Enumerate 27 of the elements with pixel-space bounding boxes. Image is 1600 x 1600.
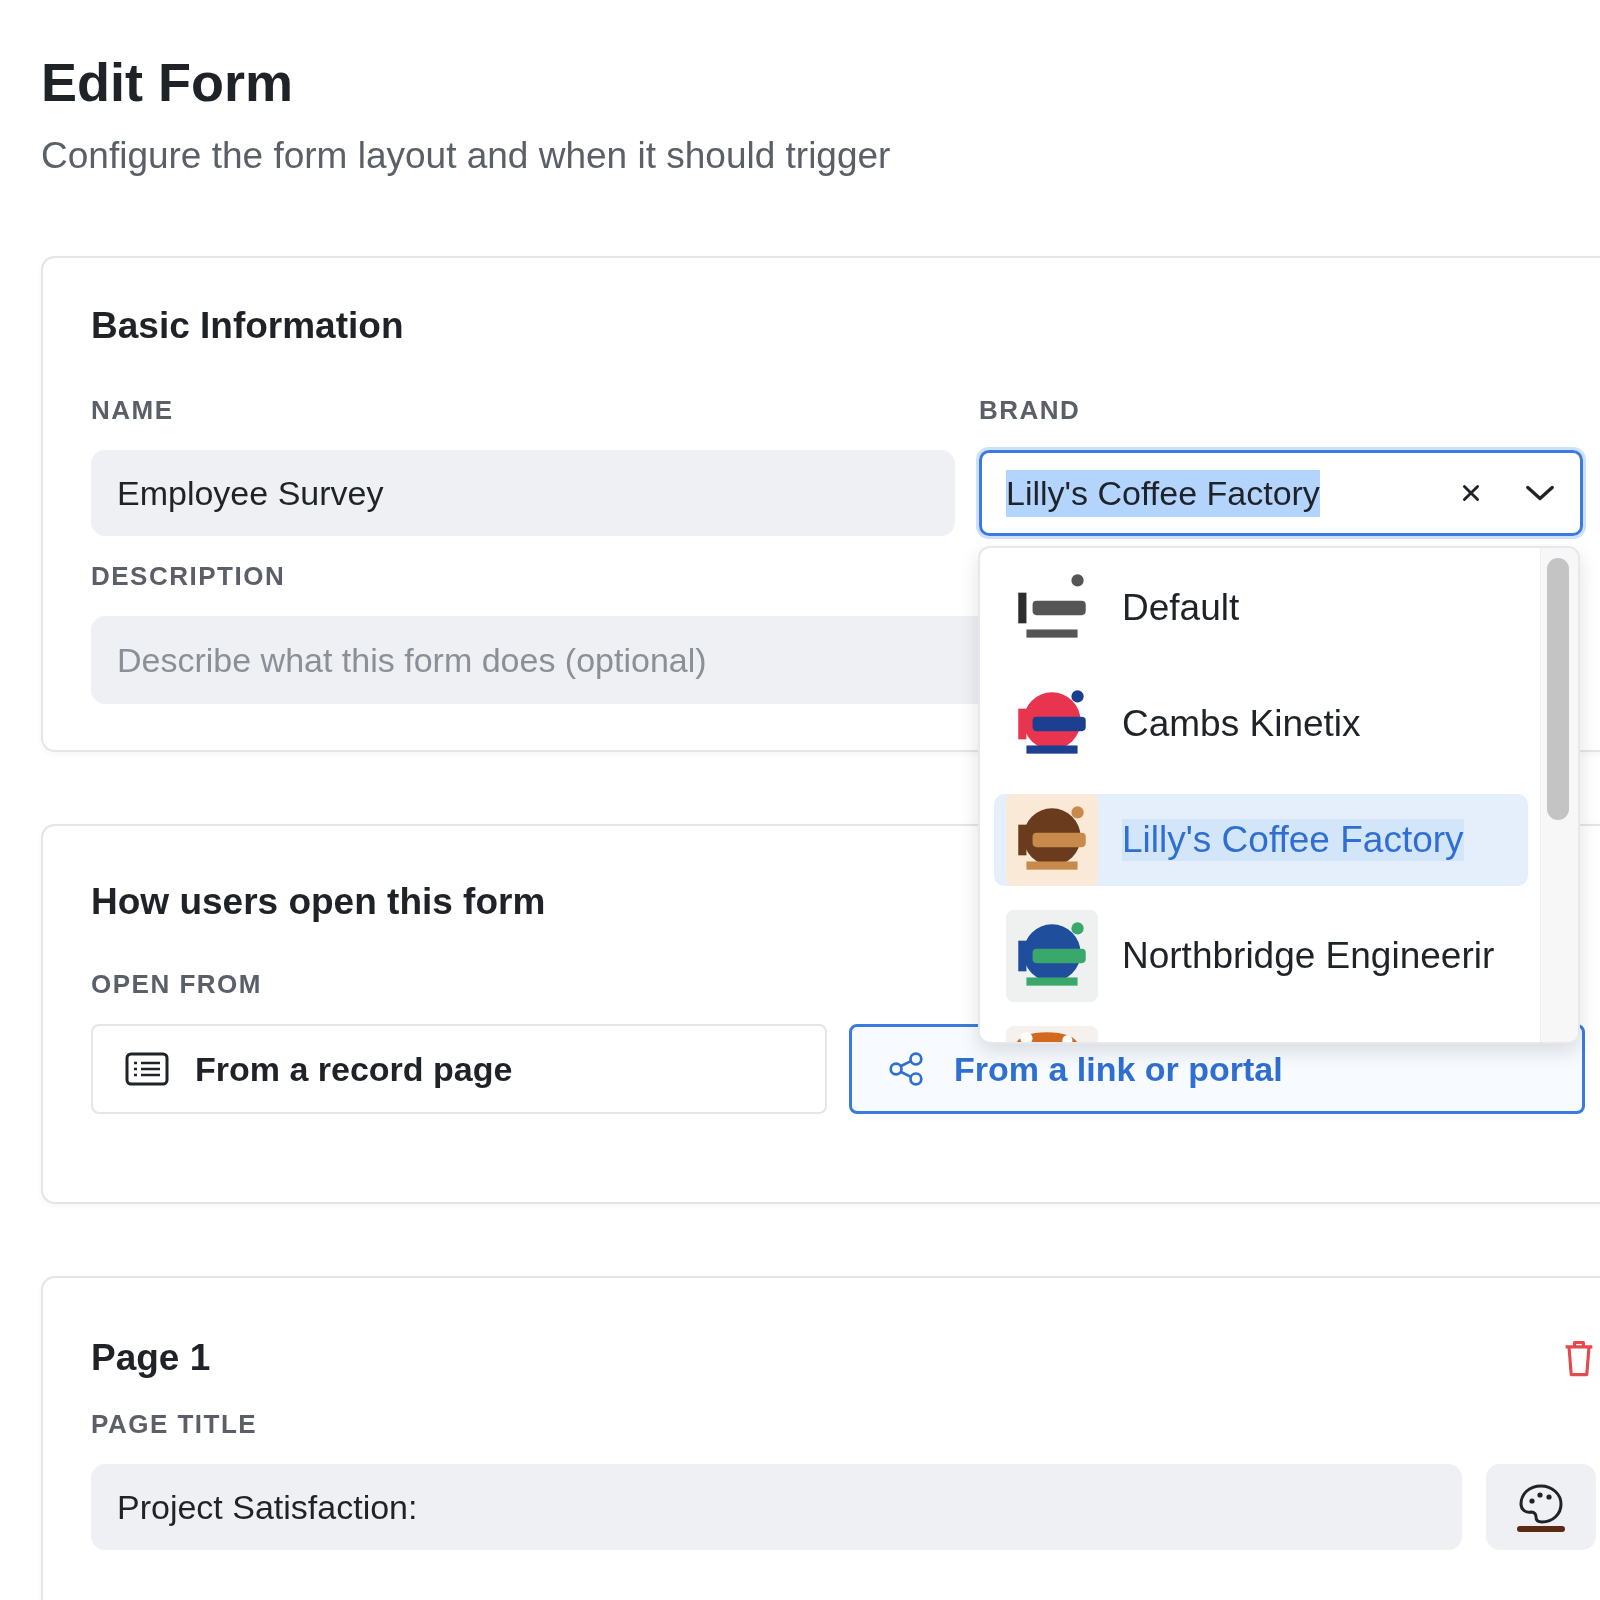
section-heading: How users open this form (91, 880, 547, 924)
record-option-button[interactable]: From a record page (91, 1024, 827, 1114)
field-label: OPEN FROM (91, 968, 263, 1000)
scrollbar[interactable] (1540, 548, 1578, 1042)
brand-option-label: Lilly's Coffee Factory (1122, 819, 1464, 861)
page-title-field[interactable]: Project Satisfaction: (91, 1464, 1462, 1550)
brand-value: Lilly's Coffee Factory (1006, 469, 1320, 517)
field-label: BRAND (979, 394, 1082, 426)
brand-option[interactable]: Lilly's Coffee Factory (994, 794, 1528, 886)
section-heading: Page 1 (91, 1336, 211, 1380)
page-title: Edit Form (41, 51, 294, 114)
brand-select[interactable]: Lilly's Coffee Factory (979, 450, 1583, 536)
brand-option[interactable]: Northbridge Engineerir (994, 910, 1528, 1002)
field-label: DESCRIPTION (91, 560, 287, 592)
brand-option-label: Default (1122, 587, 1240, 629)
section-heading: Basic Information (91, 304, 405, 348)
field-label: NAME (91, 394, 175, 426)
clear-icon[interactable] (1460, 482, 1482, 504)
page-subtitle: Configure the form layout and when it should trigger (41, 134, 892, 178)
brand-option-label: Northbridge Engineerir (1122, 935, 1495, 977)
palette-icon (1514, 1482, 1568, 1532)
chevron-down-icon[interactable] (1524, 483, 1556, 503)
brand-option-label: Cambs Kinetix (1122, 703, 1361, 745)
field-label: PAGE TITLE (91, 1408, 259, 1440)
color-button[interactable] (1486, 1464, 1596, 1550)
list-icon (125, 1051, 169, 1087)
name-field[interactable]: Employee Survey (91, 450, 955, 536)
